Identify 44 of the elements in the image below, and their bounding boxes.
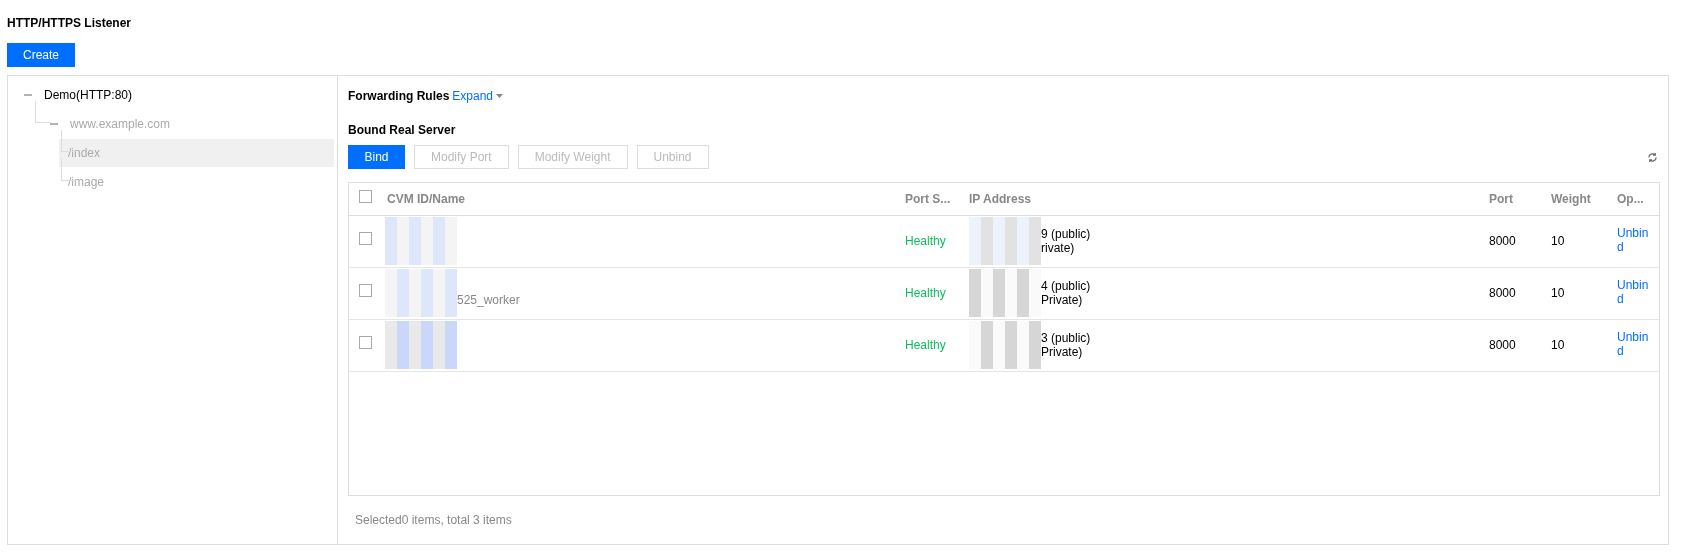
weight-value: 10	[1551, 286, 1565, 300]
column-header: Port	[1489, 191, 1513, 206]
page-title: HTTP/HTTPS Listener	[7, 15, 132, 32]
column-header: Op...	[1617, 191, 1644, 206]
checkbox[interactable]	[359, 232, 372, 245]
checkbox[interactable]	[359, 336, 372, 349]
expand-link[interactable]: Expand	[452, 87, 504, 105]
refresh-icon[interactable]	[1647, 151, 1658, 163]
tree-connector-line	[35, 101, 51, 123]
port-value: 8000	[1489, 338, 1516, 352]
column-header: CVM ID/Name	[387, 191, 466, 206]
tree-item[interactable]: www.example.com	[70, 114, 171, 133]
ip-address: Private)	[1041, 345, 1084, 359]
status-text: Healthy	[905, 338, 946, 352]
status-text: Healthy	[905, 286, 946, 300]
port-value: 8000	[1489, 234, 1516, 248]
weight-value: 10	[1551, 234, 1565, 248]
selection-summary: Selected0 items, total 3 items	[355, 512, 513, 529]
unbind-link[interactable]: Unbind	[1617, 226, 1651, 254]
redaction-mosaic	[385, 269, 457, 317]
unbind-link[interactable]: Unbind	[1617, 330, 1651, 358]
create-button[interactable]: Create	[7, 43, 75, 67]
section-title: Bound Real Server	[348, 122, 457, 139]
server-name: 525_worker	[457, 292, 520, 309]
column-header: Port S...	[905, 191, 951, 206]
redaction-mosaic	[385, 217, 457, 265]
ip-address: 4 (public)	[1041, 279, 1091, 293]
ip-address: 3 (public)	[1041, 331, 1091, 345]
port-value: 8000	[1489, 286, 1516, 300]
column-header: IP Address	[969, 191, 1032, 206]
toolbar-button[interactable]: Bind	[348, 145, 405, 169]
ip-address: rivate)	[1041, 241, 1076, 255]
section-title: Forwarding Rules	[348, 88, 450, 105]
caret-icon[interactable]	[496, 94, 504, 98]
tree-item[interactable]: /image	[59, 167, 334, 196]
tree-item[interactable]: Demo(HTTP:80)	[44, 85, 132, 104]
checkbox[interactable]	[359, 284, 372, 297]
status-text: Healthy	[905, 234, 946, 248]
ip-address: 9 (public)	[1041, 227, 1091, 241]
ip-address: Private)	[1041, 293, 1084, 307]
column-header: Weight	[1551, 191, 1591, 206]
unbind-link[interactable]: Unbind	[1617, 278, 1651, 306]
weight-value: 10	[1551, 338, 1565, 352]
checkbox[interactable]	[359, 189, 372, 203]
